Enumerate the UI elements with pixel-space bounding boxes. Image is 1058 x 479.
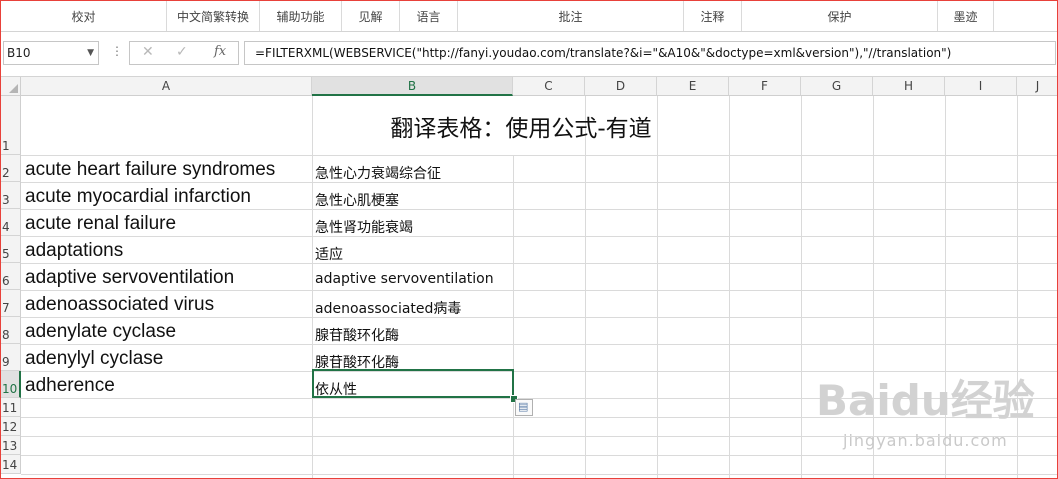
ribbon-group-notes[interactable]: 注释 (684, 1, 742, 31)
formula-input[interactable]: =FILTERXML(WEBSERVICE("http://fanyi.youd… (244, 41, 1056, 65)
cell-b5[interactable]: 适应 (315, 244, 343, 264)
cell-b3[interactable]: 急性心肌梗塞 (315, 190, 399, 210)
gridline (801, 96, 802, 478)
gridline (21, 209, 1057, 210)
row-header-14[interactable]: 14 (1, 455, 21, 474)
watermark-url: jingyan.baidu.com (843, 431, 1008, 450)
chevron-down-icon[interactable]: ▼ (87, 42, 94, 64)
row-header-10[interactable]: 10 (1, 371, 21, 398)
cancel-icon[interactable]: ✕ (142, 44, 154, 60)
row-header-2[interactable]: 2 (1, 155, 21, 182)
row-header-12[interactable]: 12 (1, 417, 21, 436)
column-header-g[interactable]: G (801, 77, 873, 96)
column-header-b[interactable]: B (312, 77, 513, 96)
more-dots-icon[interactable]: ⋮ (111, 44, 123, 58)
ribbon-group-chinese-conversion[interactable]: 中文简繁转换 (167, 1, 260, 31)
cell-b2[interactable]: 急性心力衰竭综合征 (315, 163, 441, 183)
cell-a6[interactable]: adaptive servoventilation (25, 267, 234, 289)
column-header-a[interactable]: A (21, 77, 312, 96)
cell-a8[interactable]: adenylate cyclase (25, 321, 176, 343)
ribbon-group-comments[interactable]: 批注 (458, 1, 684, 31)
gridline (21, 474, 1057, 475)
sheet-title-cell[interactable]: 翻译表格：使用公式-有道 (21, 109, 1021, 143)
row-header-3[interactable]: 3 (1, 182, 21, 209)
column-header-i[interactable]: I (945, 77, 1017, 96)
gridline (21, 263, 1057, 264)
ribbon-group-ink[interactable]: 墨迹 (938, 1, 994, 31)
gridline (657, 96, 658, 478)
gridline (21, 236, 1057, 237)
cell-b8[interactable]: 腺苷酸环化酶 (315, 325, 399, 345)
column-header-e[interactable]: E (657, 77, 729, 96)
excel-window: 校对 中文简繁转换 辅助功能 见解 语言 批注 注释 保护 墨迹 B10 ▼ ⋮… (0, 0, 1058, 479)
select-all-triangle-icon (9, 84, 18, 93)
paste-options-icon[interactable]: ▤ (515, 399, 533, 416)
gridline (729, 96, 730, 478)
column-header-j[interactable]: J (1017, 77, 1057, 96)
ribbon-group-insights[interactable]: 见解 (342, 1, 400, 31)
cell-a10[interactable]: adherence (25, 375, 115, 397)
name-box-value: B10 (7, 46, 31, 60)
row-header-13[interactable]: 13 (1, 436, 21, 455)
insert-function-icon[interactable]: fx (214, 44, 226, 59)
ribbon-group-labels: 校对 中文简繁转换 辅助功能 见解 语言 批注 注释 保护 墨迹 (1, 1, 1057, 32)
row-header-7[interactable]: 7 (1, 290, 21, 317)
gridline (21, 290, 1057, 291)
cell-b4[interactable]: 急性肾功能衰竭 (315, 217, 413, 237)
gridline (21, 455, 1057, 456)
row-header-6[interactable]: 6 (1, 263, 21, 290)
row-header-5[interactable]: 5 (1, 236, 21, 263)
gridline (585, 96, 586, 478)
worksheet-grid: A B C D E F G H I J 1 2 3 4 5 6 7 8 9 10… (1, 77, 1057, 478)
cell-a5[interactable]: adaptations (25, 240, 123, 262)
ribbon-group-accessibility[interactable]: 辅助功能 (260, 1, 342, 31)
row-header-9[interactable]: 9 (1, 344, 21, 371)
cell-a3[interactable]: acute myocardial infarction (25, 186, 251, 208)
row-header-1[interactable]: 1 (1, 96, 21, 155)
column-header-c[interactable]: C (513, 77, 585, 96)
gridline (21, 155, 1057, 156)
gridline (21, 344, 1057, 345)
ribbon-group-language[interactable]: 语言 (400, 1, 458, 31)
cell-a7[interactable]: adenoassociated virus (25, 294, 214, 316)
column-header-d[interactable]: D (585, 77, 657, 96)
row-header-4[interactable]: 4 (1, 209, 21, 236)
column-header-h[interactable]: H (873, 77, 945, 96)
enter-check-icon[interactable]: ✓ (176, 44, 188, 60)
formula-bar: B10 ▼ ⋮ ✕ ✓ fx =FILTERXML(WEBSERVICE("ht… (1, 32, 1057, 77)
gridline (21, 317, 1057, 318)
active-cell-selection[interactable] (312, 369, 514, 398)
ribbon-group-protect[interactable]: 保护 (742, 1, 938, 31)
cell-a9[interactable]: adenylyl cyclase (25, 348, 163, 370)
formula-buttons: ✕ ✓ fx (129, 41, 239, 65)
name-box[interactable]: B10 ▼ (3, 41, 99, 65)
watermark-logo: Baidu经验 (816, 376, 1035, 425)
cell-a2[interactable]: acute heart failure syndromes (25, 159, 275, 181)
row-header-8[interactable]: 8 (1, 317, 21, 344)
column-header-f[interactable]: F (729, 77, 801, 96)
cell-a4[interactable]: acute renal failure (25, 213, 176, 235)
cell-b7[interactable]: adenoassociated病毒 (315, 298, 461, 318)
select-all-corner[interactable] (1, 77, 21, 96)
gridline (21, 182, 1057, 183)
row-header-11[interactable]: 11 (1, 398, 21, 417)
cell-b6[interactable]: adaptive servoventilation (315, 271, 494, 287)
ribbon-group-proofing[interactable]: 校对 (1, 1, 167, 31)
